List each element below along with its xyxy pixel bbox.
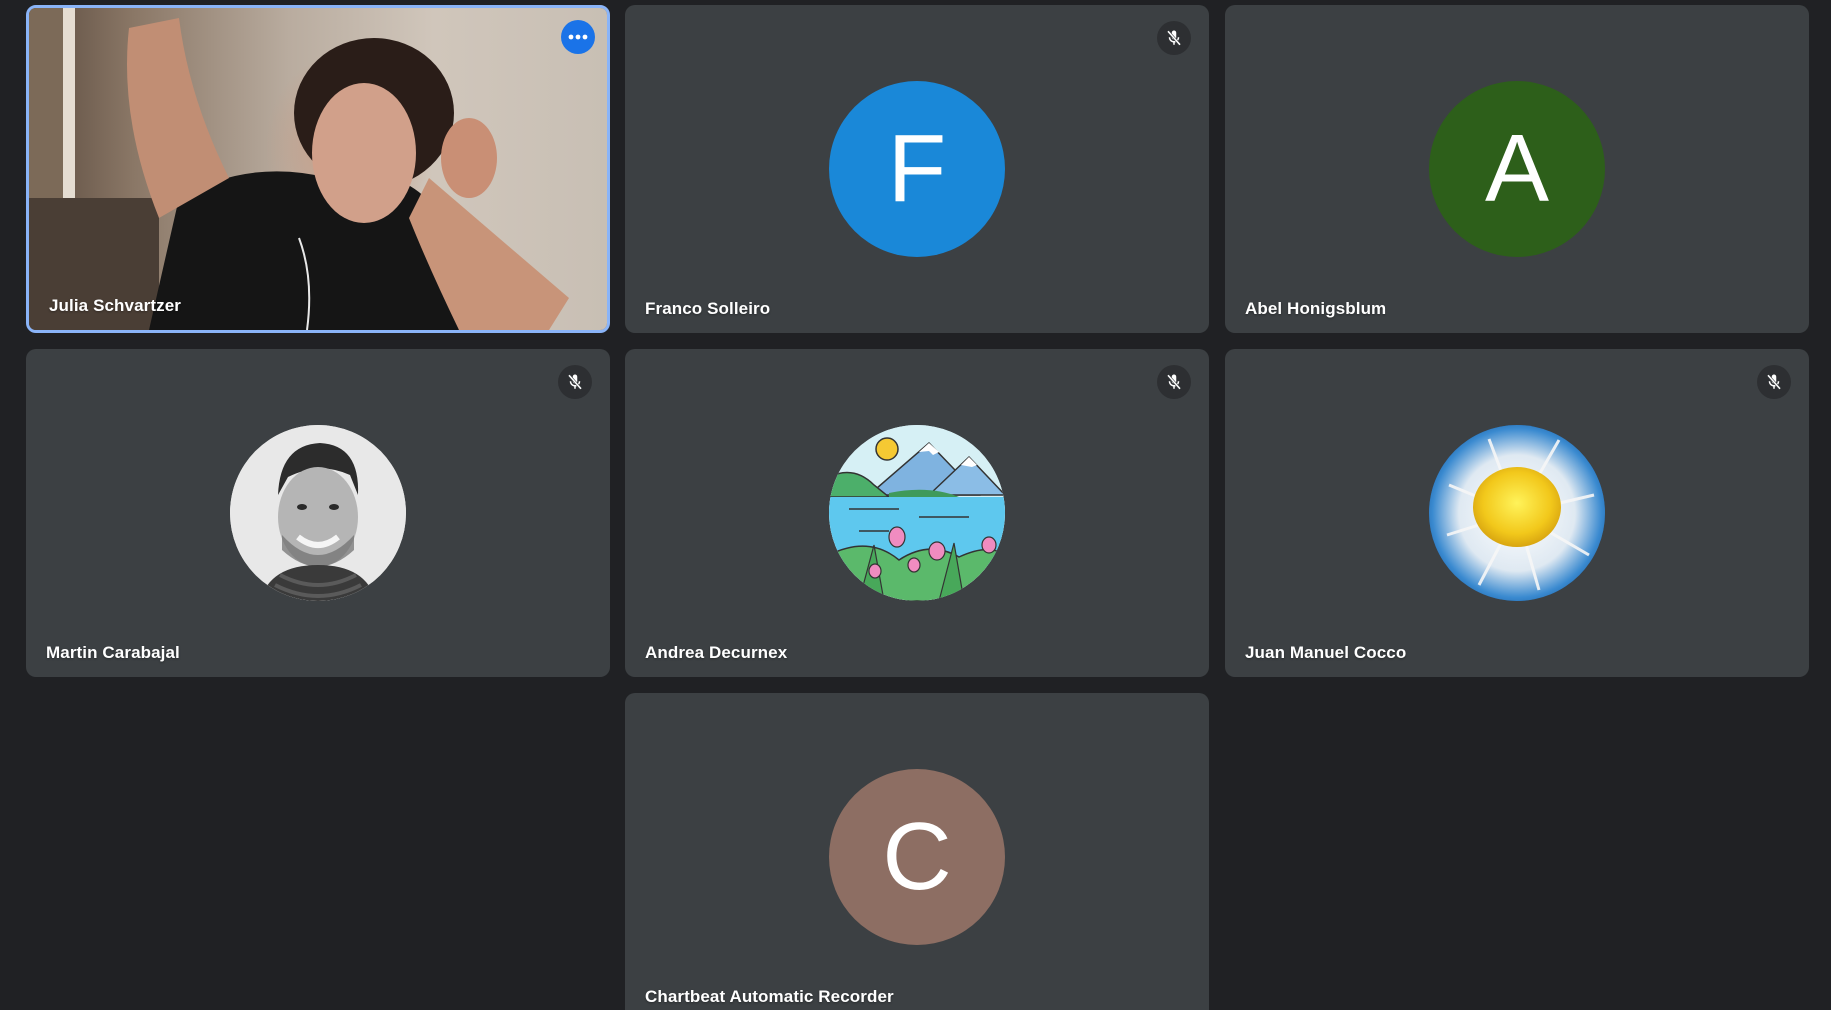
participant-video bbox=[29, 8, 607, 330]
participant-name: Franco Solleiro bbox=[645, 299, 771, 318]
mic-off-indicator bbox=[1757, 365, 1791, 399]
participant-avatar-photo bbox=[230, 425, 406, 601]
participant-tile-andrea-decurnex[interactable]: Andrea Decurnex bbox=[625, 349, 1209, 677]
participant-name: Juan Manuel Cocco bbox=[1245, 643, 1407, 662]
participant-tile-abel-honigsblum[interactable]: A Abel Honigsblum bbox=[1225, 5, 1809, 333]
more-horiz-icon bbox=[568, 34, 588, 40]
participant-name: Andrea Decurnex bbox=[645, 643, 788, 662]
participant-avatar-illustration bbox=[829, 425, 1005, 601]
mic-off-icon bbox=[1167, 30, 1181, 46]
participant-name: Julia Schvartzer bbox=[49, 296, 181, 315]
portrait-photo-illustration bbox=[230, 425, 406, 601]
mic-off-icon bbox=[568, 374, 582, 390]
mic-off-icon bbox=[1167, 374, 1181, 390]
participant-avatar: A bbox=[1429, 81, 1605, 257]
participant-tile-juan-manuel-cocco[interactable]: Juan Manuel Cocco bbox=[1225, 349, 1809, 677]
participant-avatar-photo bbox=[1429, 425, 1605, 601]
mic-off-icon bbox=[1767, 374, 1781, 390]
more-options-button[interactable] bbox=[561, 20, 595, 54]
participant-avatar: F bbox=[829, 81, 1005, 257]
video-frame-illustration bbox=[29, 8, 569, 330]
avatar-initial: C bbox=[882, 803, 952, 910]
mic-off-indicator bbox=[558, 365, 592, 399]
avatar-initial: A bbox=[1484, 115, 1550, 222]
participant-tile-chartbeat-automatic-recorder[interactable]: C Chartbeat Automatic Recorder bbox=[625, 693, 1209, 1010]
meeting-grid: Julia Schvartzer F Franco Solleiro A Abe… bbox=[0, 0, 1831, 1010]
participant-tile-martin-carabajal[interactable]: Martin Carabajal bbox=[26, 349, 610, 677]
participant-name: Martin Carabajal bbox=[46, 643, 180, 662]
participant-name: Abel Honigsblum bbox=[1245, 299, 1387, 318]
avatar-initial: F bbox=[887, 115, 947, 222]
participant-name: Chartbeat Automatic Recorder bbox=[645, 987, 894, 1006]
participant-tile-franco-solleiro[interactable]: F Franco Solleiro bbox=[625, 5, 1209, 333]
participant-avatar: C bbox=[829, 769, 1005, 945]
participant-tile-julia-schvartzer[interactable]: Julia Schvartzer bbox=[26, 5, 610, 333]
lake-landscape-illustration bbox=[829, 425, 1005, 601]
flower-photo-illustration bbox=[1429, 425, 1605, 601]
mic-off-indicator bbox=[1157, 365, 1191, 399]
mic-off-indicator bbox=[1157, 21, 1191, 55]
